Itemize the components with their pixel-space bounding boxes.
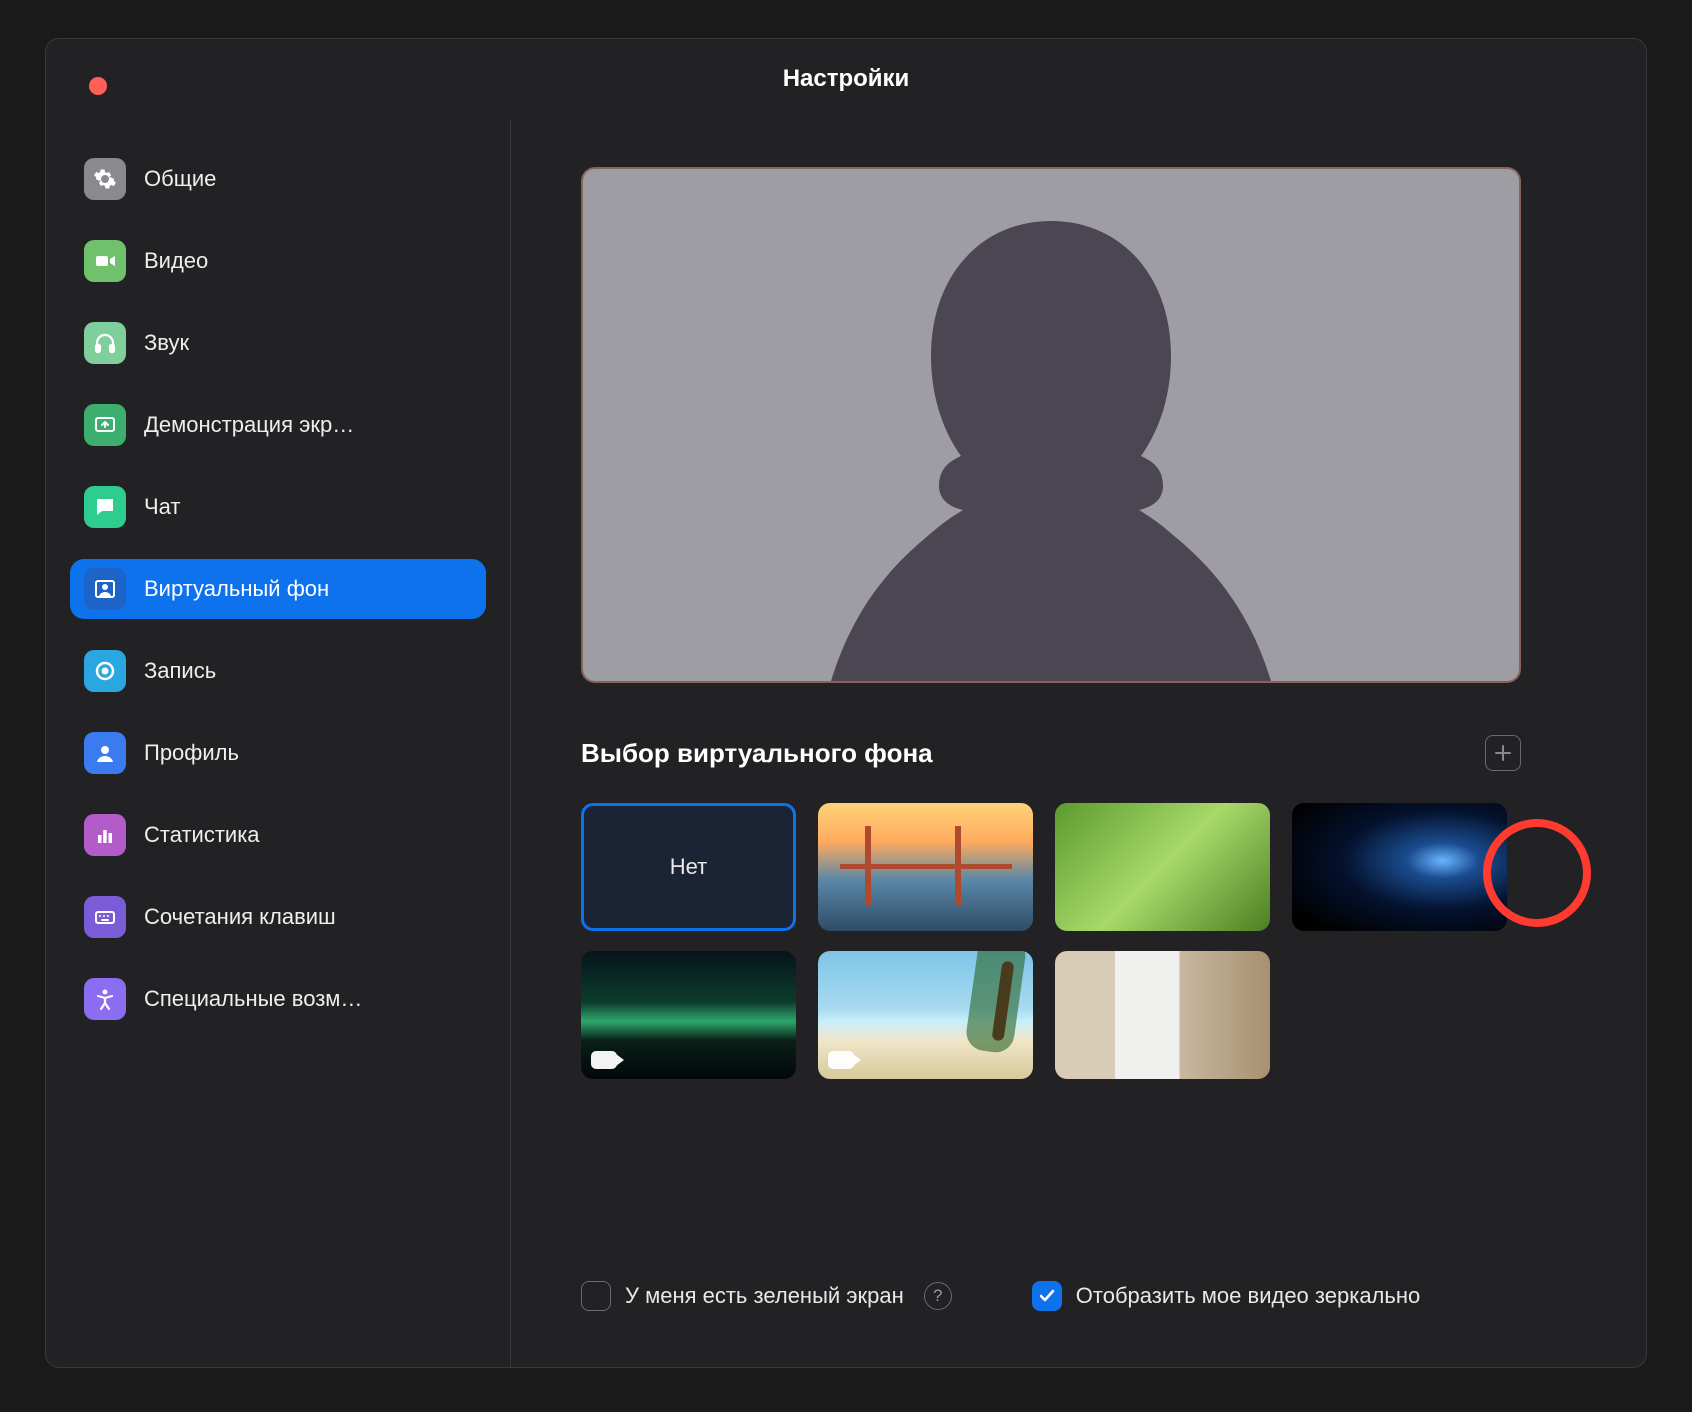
sidebar-item-label: Статистика xyxy=(144,822,260,848)
mirror-video-option: Отобразить мое видео зеркально xyxy=(1032,1281,1420,1311)
sidebar-item-profile[interactable]: Профиль xyxy=(70,723,486,783)
video-badge-icon xyxy=(828,1051,854,1069)
window-title: Настройки xyxy=(783,65,910,93)
background-option-none[interactable]: Нет xyxy=(581,803,796,931)
stats-icon xyxy=(84,814,126,856)
sidebar-item-label: Видео xyxy=(144,248,208,274)
background-option-bridge[interactable] xyxy=(818,803,1033,931)
sidebar-item-label: Демонстрация экр… xyxy=(144,412,354,438)
green-screen-option: У меня есть зеленый экран ? xyxy=(581,1281,952,1311)
add-background-button[interactable] xyxy=(1485,735,1521,771)
sidebar-item-recording[interactable]: Запись xyxy=(70,641,486,701)
sidebar-item-label: Общие xyxy=(144,166,216,192)
mirror-video-checkbox[interactable] xyxy=(1032,1281,1062,1311)
video-badge-icon xyxy=(591,1051,617,1069)
background-option-room[interactable] xyxy=(1055,951,1270,1079)
sidebar-item-virtual-background[interactable]: Виртуальный фон xyxy=(70,559,486,619)
green-screen-checkbox[interactable] xyxy=(581,1281,611,1311)
sidebar-item-video[interactable]: Видео xyxy=(70,231,486,291)
background-option-earth[interactable] xyxy=(1292,803,1507,931)
titlebar: Настройки xyxy=(46,39,1646,119)
avatar-silhouette-icon xyxy=(791,211,1311,681)
sidebar-item-label: Звук xyxy=(144,330,189,356)
sidebar-item-label: Сочетания клавиш xyxy=(144,904,336,930)
section-header: Выбор виртуального фона xyxy=(581,735,1521,771)
sidebar-item-general[interactable]: Общие xyxy=(70,149,486,209)
sidebar-item-keyboard-shortcuts[interactable]: Сочетания клавиш xyxy=(70,887,486,947)
sidebar-item-label: Специальные возм… xyxy=(144,986,362,1012)
close-window-button[interactable] xyxy=(89,77,107,95)
video-icon xyxy=(84,240,126,282)
sidebar-item-share-screen[interactable]: Демонстрация экр… xyxy=(70,395,486,455)
background-grid: Нет xyxy=(581,803,1541,1079)
green-screen-label: У меня есть зеленый экран xyxy=(625,1283,904,1309)
background-option-grass[interactable] xyxy=(1055,803,1270,931)
options-row: У меня есть зеленый экран ? Отобразить м… xyxy=(581,1281,1586,1311)
plus-icon xyxy=(1493,743,1513,763)
background-option-aurora[interactable] xyxy=(581,951,796,1079)
sidebar-item-label: Виртуальный фон xyxy=(144,576,329,602)
video-preview xyxy=(581,167,1521,683)
sidebar-item-statistics[interactable]: Статистика xyxy=(70,805,486,865)
sidebar-item-label: Профиль xyxy=(144,740,239,766)
chat-icon xyxy=(84,486,126,528)
help-icon[interactable]: ? xyxy=(924,1282,952,1310)
sidebar: Общие Видео Звук Демонстрация экр… xyxy=(46,119,511,1367)
sidebar-item-accessibility[interactable]: Специальные возм… xyxy=(70,969,486,1029)
sidebar-item-chat[interactable]: Чат xyxy=(70,477,486,537)
sidebar-item-label: Запись xyxy=(144,658,216,684)
background-option-beach[interactable] xyxy=(818,951,1033,1079)
background-option-label: Нет xyxy=(670,854,707,880)
settings-window: Настройки Общие Видео Звук xyxy=(45,38,1647,1368)
window-body: Общие Видео Звук Демонстрация экр… xyxy=(46,119,1646,1367)
headphones-icon xyxy=(84,322,126,364)
record-icon xyxy=(84,650,126,692)
gear-icon xyxy=(84,158,126,200)
profile-icon xyxy=(84,732,126,774)
share-screen-icon xyxy=(84,404,126,446)
virtual-bg-icon xyxy=(84,568,126,610)
mirror-video-label: Отобразить мое видео зеркально xyxy=(1076,1283,1420,1309)
accessibility-icon xyxy=(84,978,126,1020)
sidebar-item-label: Чат xyxy=(144,494,181,520)
keyboard-icon xyxy=(84,896,126,938)
section-title: Выбор виртуального фона xyxy=(581,738,933,769)
sidebar-item-audio[interactable]: Звук xyxy=(70,313,486,373)
main-panel: Выбор виртуального фона Нет xyxy=(511,119,1646,1367)
checkmark-icon xyxy=(1038,1287,1056,1305)
